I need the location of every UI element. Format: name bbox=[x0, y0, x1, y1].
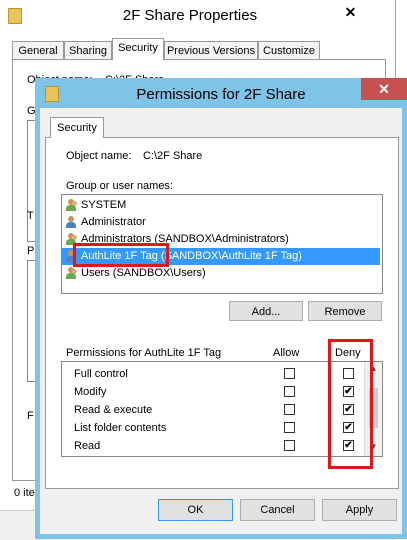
allow-checkbox[interactable] bbox=[284, 422, 295, 433]
list-item[interactable]: Users (SANDBOX\Users) bbox=[62, 265, 380, 282]
permission-row: Read & execute ✔ bbox=[62, 401, 362, 419]
cancel-button[interactable]: Cancel bbox=[240, 499, 315, 521]
dialog-body: Security Object name: C:\2F Share Group … bbox=[40, 108, 402, 534]
items-count-fragment: 0 ite bbox=[14, 487, 35, 499]
permissions-dialog: Permissions for 2F Share ✕ Security Obje… bbox=[35, 78, 407, 539]
group-names-label: Group or user names: bbox=[66, 180, 173, 192]
tab-security[interactable]: Security bbox=[50, 117, 104, 138]
permission-name: Modify bbox=[74, 386, 107, 398]
principal-name: SYSTEM bbox=[81, 199, 127, 211]
user-icon bbox=[65, 215, 78, 229]
close-button[interactable]: ✕ bbox=[361, 78, 407, 100]
permission-name: Read & execute bbox=[74, 404, 153, 416]
object-name-label: Object name: bbox=[66, 150, 132, 162]
permission-row: Read ✔ bbox=[62, 437, 362, 455]
permission-row: Modify ✔ bbox=[62, 383, 362, 401]
special-permissions-fragment: F bbox=[27, 410, 34, 422]
properties-close-button[interactable]: ✕ bbox=[333, 2, 368, 22]
permission-name: List folder contents bbox=[74, 422, 167, 434]
tab-customize[interactable]: Customize bbox=[258, 41, 320, 60]
permissions-titlebar: Permissions for 2F Share ✕ bbox=[35, 78, 407, 108]
to-change-fragment: T bbox=[27, 210, 34, 222]
ok-button[interactable]: OK bbox=[158, 499, 233, 521]
tab-general[interactable]: General bbox=[12, 41, 64, 60]
tab-previous-versions[interactable]: Previous Versions bbox=[164, 41, 258, 60]
remove-button[interactable]: Remove bbox=[308, 301, 382, 321]
group-icon bbox=[65, 266, 78, 280]
permission-row: List folder contents ✔ bbox=[62, 419, 362, 437]
tab-sharing[interactable]: Sharing bbox=[64, 41, 112, 60]
allow-checkbox[interactable] bbox=[284, 386, 295, 397]
permissions-label: Permissions for AuthLite 1F Tag bbox=[66, 347, 222, 359]
principal-name: Administrator bbox=[81, 216, 146, 228]
allow-checkbox[interactable] bbox=[284, 404, 295, 415]
permissions-title: Permissions for 2F Share bbox=[136, 86, 306, 103]
principal-name: Users (SANDBOX\Users) bbox=[81, 267, 206, 279]
allow-checkbox[interactable] bbox=[284, 440, 295, 451]
permission-name: Read bbox=[74, 440, 101, 452]
highlight-box-principal bbox=[73, 243, 169, 267]
permission-name: Full control bbox=[74, 368, 128, 380]
list-item[interactable]: Administrator bbox=[62, 214, 380, 231]
properties-title: 2F Share Properties bbox=[122, 7, 258, 24]
permission-row: Full control bbox=[62, 365, 362, 383]
allow-checkbox[interactable] bbox=[284, 368, 295, 379]
apply-button[interactable]: Apply bbox=[322, 499, 397, 521]
group-icon bbox=[65, 198, 78, 212]
security-panel: Object name: C:\2F Share Group or user n… bbox=[45, 137, 399, 489]
add-button[interactable]: Add... bbox=[229, 301, 303, 321]
properties-titlebar: 2F Share Properties ✕ bbox=[0, 0, 395, 30]
allow-header: Allow bbox=[273, 347, 300, 359]
object-name-value: C:\2F Share bbox=[143, 150, 203, 162]
tab-security[interactable]: Security bbox=[112, 38, 164, 60]
list-item[interactable]: SYSTEM bbox=[62, 197, 380, 214]
highlight-box-deny bbox=[328, 339, 373, 469]
permissions-label-fragment: P bbox=[27, 245, 35, 257]
